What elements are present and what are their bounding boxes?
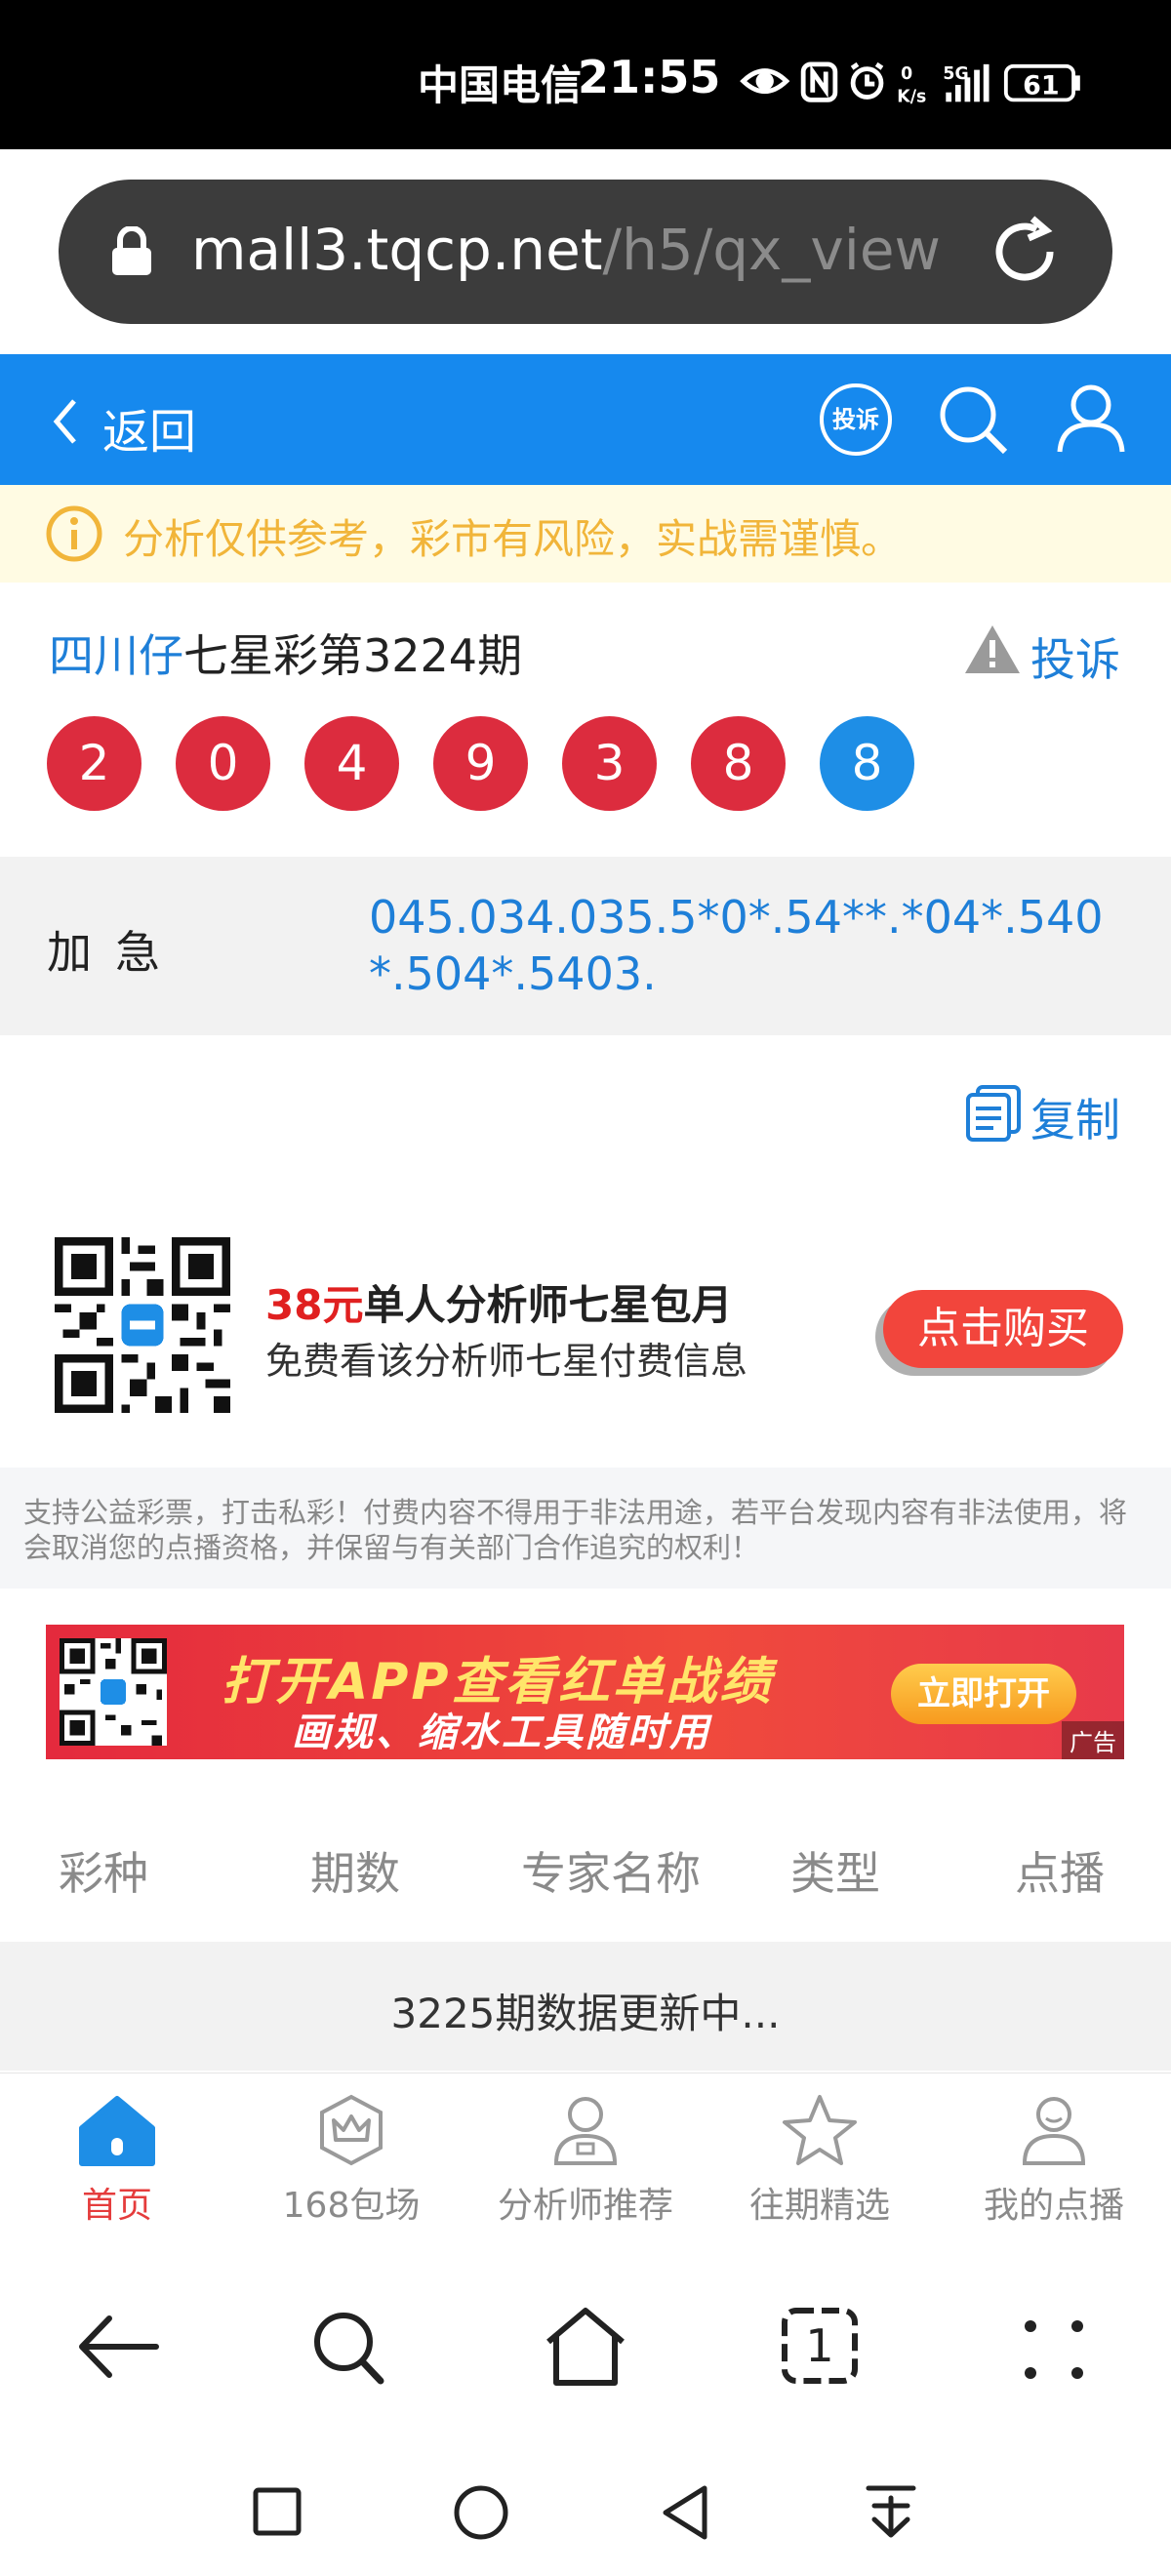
complain-header-button[interactable]: 投诉 <box>820 383 892 456</box>
draw-title: 四川仔七星彩第3224期 <box>49 621 522 685</box>
back-button[interactable]: 返回 <box>102 393 196 462</box>
recents-icon[interactable] <box>252 2486 303 2537</box>
content-value: 045.034.035.5*0*.54**.*04*.540*.504*.540… <box>369 891 1104 1000</box>
url-path: /h5/qx_viewcc <box>602 217 944 283</box>
tabs-icon[interactable]: 1 <box>781 2307 859 2385</box>
tab-label: 我的点播 <box>983 2186 1124 2226</box>
search-icon[interactable] <box>310 2309 388 2387</box>
battery-level: 61 <box>1023 71 1059 101</box>
open-app-button[interactable]: 立即打开 <box>891 1664 1076 1724</box>
bottom-tab-bar: 首页 168包场 分析师推荐 往期精选 我的点播 <box>0 2073 1171 2245</box>
home-circle-icon[interactable] <box>453 2484 509 2541</box>
clock: 21:55 <box>578 51 721 103</box>
lock-icon <box>112 226 151 275</box>
status-bar: 中国电信 21:55 0 K/s 5G 61 <box>0 0 1171 149</box>
promo-price: 38元 <box>265 1281 364 1329</box>
notification-pull-icon[interactable] <box>865 2482 917 2541</box>
number-ball: 8 <box>691 716 786 811</box>
url-host: mall3.tqcp.net <box>191 217 603 283</box>
warning-icon[interactable] <box>962 623 1023 677</box>
column-header-expert: 专家名称 <box>521 1847 701 1900</box>
risk-notice: 分析仅供参考，彩市有风险，实战需谨慎。 <box>0 485 1171 583</box>
crown-icon <box>320 2094 383 2166</box>
tab-label: 168包场 <box>282 2186 421 2226</box>
notice-text: 分析仅供参考，彩市有风险，实战需谨慎。 <box>123 515 903 563</box>
tab-label: 分析师推荐 <box>497 2186 673 2226</box>
complain-link[interactable]: 投诉 <box>1030 624 1120 689</box>
tab-count: 1 <box>805 2319 833 2372</box>
column-header-lottery: 彩种 <box>59 1847 148 1900</box>
banner-subline: 画规、缩水工具随时用 <box>292 1711 711 1755</box>
tab-168[interactable]: 168包场 <box>234 2093 468 2228</box>
column-header-playback: 点播 <box>1015 1847 1105 1900</box>
copy-button[interactable]: 复制 <box>1030 1085 1120 1149</box>
number-ball: 2 <box>47 716 141 811</box>
prediction-content: 加急 045.034.035.5*0*.54**.*04*.540*.504*.… <box>0 857 1171 1035</box>
back-arrow-icon[interactable] <box>76 2313 160 2381</box>
reload-icon[interactable] <box>986 213 1064 291</box>
nfc-icon <box>800 61 838 102</box>
updating-text: 3225期数据更新中... <box>390 1990 781 2037</box>
bonus-ball: 8 <box>820 716 914 811</box>
analyst-icon <box>553 2097 618 2165</box>
search-icon[interactable] <box>937 383 1011 458</box>
home-icon[interactable] <box>543 2305 628 2387</box>
home-icon <box>79 2096 155 2166</box>
net-speed-value: 0 <box>901 64 912 84</box>
system-nav-bar <box>0 2449 1171 2576</box>
number-ball: 9 <box>433 716 528 811</box>
star-icon <box>783 2095 857 2165</box>
banner-qr-code <box>60 1638 167 1746</box>
carrier-name: 中国电信 <box>418 61 583 109</box>
number-ball: 3 <box>562 716 657 811</box>
tab-analyst[interactable]: 分析师推荐 <box>468 2093 703 2228</box>
back-triangle-icon[interactable] <box>660 2484 710 2541</box>
tab-past-picks[interactable]: 往期精选 <box>703 2093 937 2228</box>
promo-title-text: 单人分析师七星包月 <box>363 1281 733 1329</box>
ad-badge: 广告 <box>1062 1721 1124 1759</box>
more-menu-icon[interactable] <box>1023 2318 1085 2381</box>
tab-label: 往期精选 <box>748 2186 890 2226</box>
buy-button[interactable]: 点击购买 <box>883 1290 1123 1368</box>
complain-icon-text: 投诉 <box>832 406 879 433</box>
copy-icon[interactable] <box>964 1083 1023 1144</box>
content-label: 加急 <box>47 926 183 979</box>
app-download-banner[interactable]: 打开APP查看红单战绩 画规、缩水工具随时用 立即打开 广告 <box>46 1625 1124 1759</box>
author-link[interactable]: 四川仔 <box>49 629 183 682</box>
net-speed-unit: K/s <box>897 87 926 106</box>
number-ball: 4 <box>304 716 399 811</box>
user-icon <box>1022 2097 1086 2165</box>
tab-my-playback[interactable]: 我的点播 <box>937 2093 1171 2228</box>
eye-icon <box>740 68 790 95</box>
table-status-row: 3225期数据更新中... <box>0 1942 1171 2071</box>
qr-code <box>55 1237 230 1413</box>
chevron-left-icon[interactable] <box>51 397 80 446</box>
subscription-promo: 38元单人分析师七星包月 免费看该分析师七星付费信息 点击购买 <box>0 1185 1171 1468</box>
user-icon[interactable] <box>1054 382 1128 456</box>
disclaimer: 支持公益彩票，打击私彩！付费内容不得用于非法用途，若平台发现内容有非法使用，将会… <box>0 1468 1171 1589</box>
draw-title-rest: 七星彩第3224期 <box>183 629 523 682</box>
disclaimer-text: 支持公益彩票，打击私彩！付费内容不得用于非法用途，若平台发现内容有非法使用，将会… <box>23 1496 1128 1564</box>
browser-bottom-nav: 1 <box>0 2244 1171 2449</box>
column-header-period: 期数 <box>310 1847 400 1900</box>
promo-title: 38元单人分析师七星包月 <box>265 1272 732 1332</box>
tab-home[interactable]: 首页 <box>0 2093 234 2228</box>
app-header: 返回 投诉 <box>0 354 1171 485</box>
alarm-icon <box>850 61 884 100</box>
number-ball: 0 <box>176 716 270 811</box>
tab-label: 首页 <box>81 2186 152 2226</box>
info-icon <box>46 505 102 562</box>
url-text[interactable]: mall3.tqcp.net/h5/qx_viewcc <box>191 217 943 283</box>
promo-subtitle: 免费看该分析师七星付费信息 <box>265 1340 748 1383</box>
column-header-type: 类型 <box>790 1847 880 1900</box>
status-icons: 0 K/s 5G 61 <box>740 61 1080 106</box>
